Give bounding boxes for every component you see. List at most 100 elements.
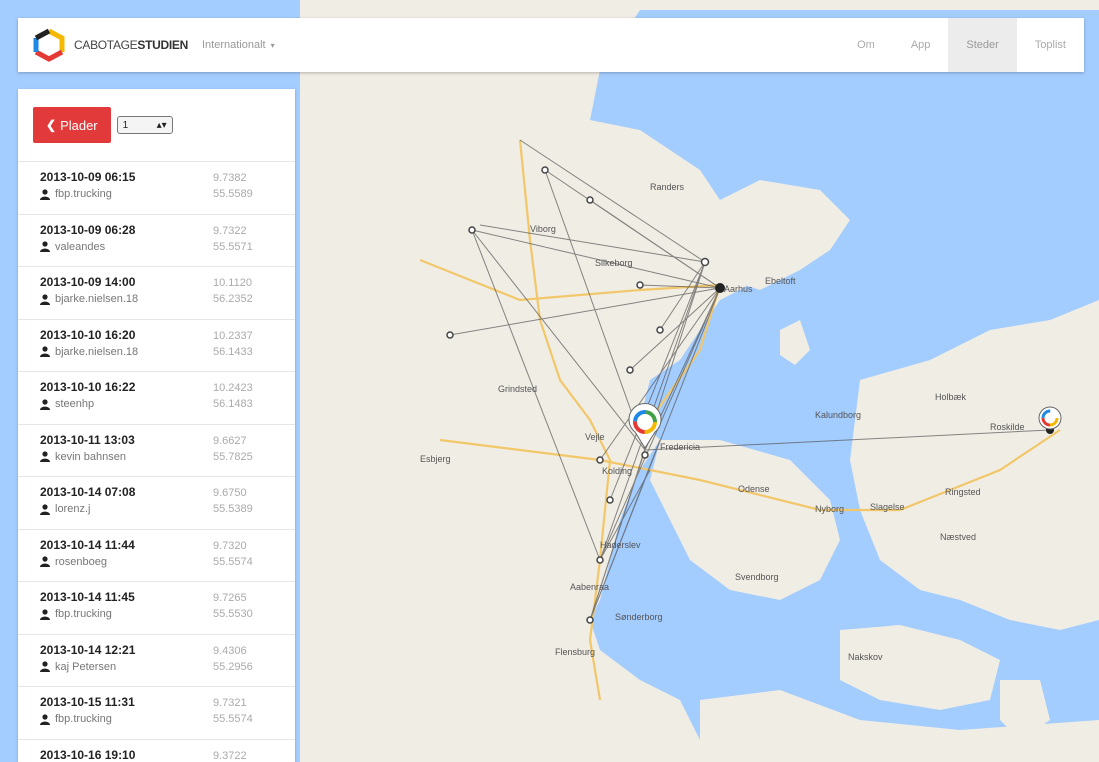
page-select-value: 1 [122, 119, 129, 131]
list-item[interactable]: 2013-10-16 19:10 9.3722 [18, 738, 295, 762]
entry-lat: 55.5574 [213, 713, 253, 725]
entry-lon: 10.2423 [213, 382, 253, 394]
entry-date: 2013-10-10 16:22 [40, 380, 136, 394]
entry-user[interactable]: lorenz.j [40, 503, 135, 515]
brand-bold: STUDIEN [137, 38, 188, 52]
map-label-roskilde: Roskilde [990, 422, 1025, 432]
map-label-kalundborg: Kalundborg [815, 410, 861, 420]
entry-coords: 9.6627 55.7825 [213, 433, 279, 477]
entry-info: 2013-10-14 11:45 fbp.trucking [40, 590, 135, 634]
entry-user[interactable]: kevin bahnsen [40, 451, 135, 463]
map-label-grindsted: Grindsted [498, 384, 537, 394]
entry-lat: 56.1433 [213, 345, 253, 358]
list-item[interactable]: 2013-10-09 14:00 bjarke.nielsen.18 10.1120… [18, 266, 295, 319]
entry-date: 2013-10-10 16:20 [40, 327, 136, 342]
entry-lat: 56.2352 [213, 293, 253, 305]
entry-user[interactable]: fbp.trucking [40, 713, 135, 725]
list-item[interactable]: 2013-10-10 16:22 steenhp 10.2423 56.1483 [18, 371, 295, 424]
region-dropdown[interactable]: Internationalt ▾ [202, 39, 275, 51]
nav-item-om[interactable]: Om [839, 18, 893, 72]
entry-lon: 9.6627 [213, 434, 247, 447]
chevron-left-icon: ❮ [46, 118, 57, 132]
entry-user[interactable]: fbp.trucking [40, 188, 135, 200]
entry-info: 2013-10-16 19:10 [40, 748, 135, 762]
entry-username: rosenboeg [55, 555, 107, 568]
location-marker-copenhagen-icon[interactable] [1038, 406, 1062, 430]
page-select[interactable]: 1 ▴▾ [116, 116, 173, 134]
user-icon [40, 713, 50, 725]
entry-user[interactable]: rosenboeg [40, 556, 135, 568]
list-item[interactable]: 2013-10-09 06:15 fbp.trucking 9.7382 55.558… [18, 161, 295, 214]
map-label-esbjerg: Esbjerg [420, 454, 451, 464]
nav-item-toplist[interactable]: Toplist [1017, 18, 1084, 72]
entry-lat: 55.5530 [213, 608, 253, 620]
entry-user[interactable]: fbp.trucking [40, 608, 135, 620]
user-icon [40, 293, 50, 305]
user-icon [40, 346, 50, 357]
entry-lat: 55.7825 [213, 450, 253, 463]
entry-user[interactable]: bjarke.nielsen.18 [40, 293, 138, 305]
entry-lat: 55.5571 [213, 240, 253, 253]
entry-date: 2013-10-14 07:08 [40, 485, 136, 499]
main-nav: Om App Steder Toplist [839, 18, 1084, 72]
entry-lon: 9.7322 [213, 224, 247, 237]
logo-icon[interactable] [32, 28, 66, 62]
brand-name[interactable]: CABOTAGESTUDIEN [74, 38, 188, 52]
entry-user[interactable]: bjarke.nielsen.18 [40, 346, 138, 358]
entry-info: 2013-10-09 06:15 fbp.trucking [40, 170, 135, 214]
map-label-flensburg: Flensburg [555, 647, 595, 657]
list-item[interactable]: 2013-10-11 13:03 kevin bahnsen 9.6627 55.78… [18, 423, 295, 477]
entry-lon: 10.1120 [213, 277, 252, 289]
list-item[interactable]: 2013-10-15 11:31 fbp.trucking 9.7321 55.557… [18, 686, 295, 739]
entry-date: 2013-10-09 06:15 [40, 170, 136, 184]
map-label-fredericia: Fredericia [660, 442, 700, 452]
list-item[interactable]: 2013-10-09 06:28 valeandes 9.7322 55.5571 [18, 213, 295, 267]
entry-lat: 56.1483 [213, 398, 253, 410]
entry-info: 2013-10-14 07:08 lorenz.j [40, 485, 135, 529]
list-item[interactable]: 2013-10-14 12:21 kaj Petersen 9.4306 55.295… [18, 633, 295, 687]
user-icon [40, 608, 50, 620]
entry-lon: 10.2337 [213, 329, 253, 342]
select-arrows-icon: ▴▾ [156, 119, 167, 131]
entry-user[interactable]: steenhp [40, 398, 135, 410]
entry-info: 2013-10-14 11:44 rosenboeg [40, 538, 135, 582]
entry-lon: 9.7320 [213, 539, 247, 552]
list-item[interactable]: 2013-10-10 16:20 bjarke.nielsen.18 10.2337… [18, 318, 295, 372]
entry-coords: 9.3722 [213, 748, 279, 762]
map-label-haderslev: Haderslev [600, 540, 641, 550]
back-to-plader-button[interactable]: ❮ Plader [33, 107, 111, 143]
nav-item-app[interactable]: App [893, 18, 949, 72]
sightings-list: 2013-10-09 06:15 fbp.trucking 9.7382 55.558… [18, 161, 295, 762]
entry-date: 2013-10-14 11:45 [40, 590, 135, 604]
entry-info: 2013-10-09 14:00 bjarke.nielsen.18 [40, 275, 138, 319]
entry-coords: 10.2423 56.1483 [213, 380, 279, 424]
entry-user[interactable]: valeandes [40, 241, 135, 253]
nav-item-steder[interactable]: Steder [948, 18, 1017, 72]
entry-info: 2013-10-14 12:21 kaj Petersen [40, 643, 135, 687]
entry-user[interactable]: kaj Petersen [40, 661, 135, 673]
entry-lat: 55.5574 [213, 555, 253, 568]
entry-info: 2013-10-09 06:28 valeandes [40, 223, 135, 267]
entry-lon: 9.7265 [213, 592, 247, 604]
entry-date: 2013-10-16 19:10 [40, 747, 136, 762]
entry-date: 2013-10-09 06:28 [40, 222, 136, 237]
map-label-silkeborg: Silkeborg [595, 258, 633, 268]
entry-username: kaj Petersen [55, 660, 117, 673]
list-item[interactable]: 2013-10-14 11:44 rosenboeg 9.7320 55.5574 [18, 528, 295, 582]
back-button-label: Plader [60, 117, 98, 133]
map-label-aabenraa: Aabenraa [570, 582, 609, 592]
entry-info: 2013-10-11 13:03 kevin bahnsen [40, 433, 135, 477]
entry-coords: 10.2337 56.1433 [213, 328, 279, 372]
entry-username: fbp.trucking [55, 713, 112, 725]
map-label-odense: Odense [738, 484, 770, 494]
entry-coords: 9.7382 55.5589 [213, 170, 279, 214]
entry-info: 2013-10-10 16:20 bjarke.nielsen.18 [40, 328, 138, 372]
map-label-viborg: Viborg [530, 224, 556, 234]
entry-username: fbp.trucking [55, 608, 112, 620]
entry-date: 2013-10-14 12:21 [40, 642, 136, 657]
entry-username: kevin bahnsen [55, 450, 126, 463]
entry-lon: 9.4306 [213, 644, 247, 657]
user-icon [40, 503, 50, 515]
list-item[interactable]: 2013-10-14 07:08 lorenz.j 9.6750 55.5389 [18, 476, 295, 529]
list-item[interactable]: 2013-10-14 11:45 fbp.trucking 9.7265 55.553… [18, 581, 295, 634]
